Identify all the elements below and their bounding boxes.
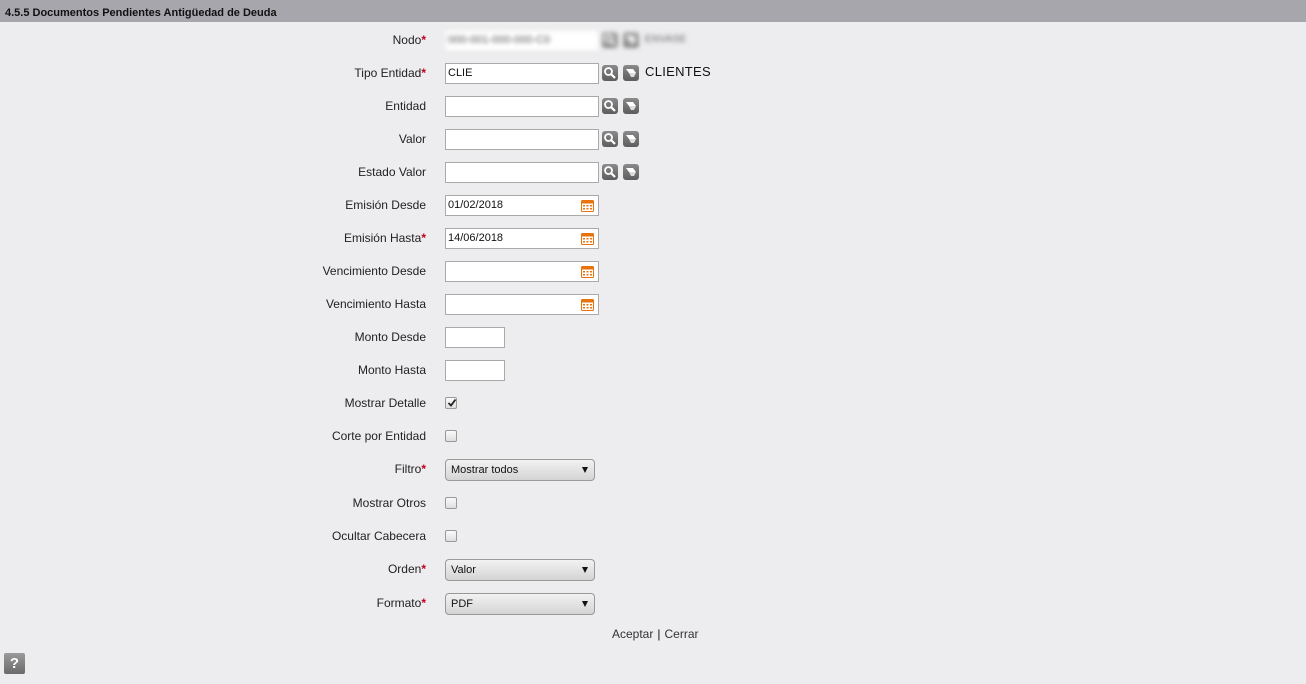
row-emision-hasta: Emisión Hasta* 14/06/2018 (0, 228, 1306, 250)
label-orden: Orden (387, 562, 422, 576)
label-valor: Valor (398, 132, 426, 146)
emision-hasta-input[interactable]: 14/06/2018 (445, 228, 599, 249)
row-emision-desde: Emisión Desde 01/02/2018 (0, 195, 1306, 217)
required-mark: * (421, 596, 426, 610)
accept-link[interactable]: Aceptar (612, 627, 653, 641)
entidad-input[interactable] (445, 96, 599, 117)
orden-select[interactable]: Valor (445, 559, 595, 581)
ocultar-cabecera-checkbox[interactable] (445, 530, 457, 542)
label-monto-desde: Monto Desde (354, 330, 426, 344)
label-nodo: Nodo (392, 33, 422, 47)
calendar-icon[interactable] (581, 298, 594, 311)
required-mark: * (421, 462, 426, 476)
label-estado-valor: Estado Valor (358, 165, 426, 179)
eraser-icon[interactable] (623, 98, 639, 114)
corte-por-entidad-checkbox[interactable] (445, 430, 457, 442)
row-monto-hasta: Monto Hasta (0, 360, 1306, 382)
row-mostrar-detalle: Mostrar Detalle (0, 393, 1306, 415)
tipo-entidad-name: CLIENTES (645, 64, 711, 79)
vencimiento-desde-input[interactable] (445, 261, 599, 282)
eraser-icon[interactable] (623, 32, 639, 48)
label-emision-hasta: Emisión Hasta (343, 231, 422, 245)
emision-desde-value: 01/02/2018 (448, 199, 504, 211)
row-corte-por-entidad: Corte por Entidad (0, 426, 1306, 448)
checkmark-icon (447, 398, 457, 407)
close-link[interactable]: Cerrar (664, 627, 698, 641)
required-mark: * (421, 33, 426, 47)
row-tipo-entidad: Tipo Entidad* CLIE CLIENTES (0, 63, 1306, 85)
label-emision-desde: Emisión Desde (345, 198, 426, 212)
page-title: 4.5.5 Documentos Pendientes Antigüedad d… (0, 0, 1306, 22)
required-mark: * (421, 66, 426, 80)
dropdown-arrow-icon (582, 567, 588, 573)
label-tipo-entidad: Tipo Entidad (354, 66, 422, 80)
emision-desde-input[interactable]: 01/02/2018 (445, 195, 599, 216)
row-ocultar-cabecera: Ocultar Cabecera (0, 526, 1306, 548)
row-estado-valor: Estado Valor (0, 162, 1306, 184)
help-icon[interactable]: ? (4, 653, 25, 674)
search-icon[interactable] (602, 98, 618, 114)
monto-hasta-input[interactable] (445, 360, 505, 381)
required-mark: * (421, 231, 426, 245)
orden-selected-value: Valor (451, 564, 476, 576)
row-monto-desde: Monto Desde (0, 327, 1306, 349)
filtro-select[interactable]: Mostrar todos (445, 459, 595, 481)
label-vencimiento-hasta: Vencimiento Hasta (325, 297, 426, 311)
eraser-icon[interactable] (623, 131, 639, 147)
label-ocultar-cabecera: Ocultar Cabecera (331, 529, 426, 543)
tipo-entidad-input[interactable]: CLIE (445, 63, 599, 84)
search-icon[interactable] (602, 65, 618, 81)
label-mostrar-otros: Mostrar Otros (352, 496, 426, 510)
vencimiento-hasta-input[interactable] (445, 294, 599, 315)
formato-select[interactable]: PDF (445, 593, 595, 615)
formato-selected-value: PDF (451, 598, 473, 610)
help-label: ? (9, 655, 20, 672)
row-vencimiento-desde: Vencimiento Desde (0, 261, 1306, 283)
search-icon[interactable] (602, 32, 618, 48)
row-orden: Orden* Valor (0, 559, 1306, 581)
monto-desde-input[interactable] (445, 327, 505, 348)
dropdown-arrow-icon (582, 467, 588, 473)
label-monto-hasta: Monto Hasta (357, 363, 426, 377)
label-mostrar-detalle: Mostrar Detalle (344, 396, 426, 410)
emision-hasta-value: 14/06/2018 (448, 232, 504, 244)
calendar-icon[interactable] (581, 199, 594, 212)
eraser-icon[interactable] (623, 164, 639, 180)
row-entidad: Entidad (0, 96, 1306, 118)
row-valor: Valor (0, 129, 1306, 151)
search-icon[interactable] (602, 164, 618, 180)
eraser-icon[interactable] (623, 65, 639, 81)
row-filtro: Filtro* Mostrar todos (0, 459, 1306, 481)
label-entidad: Entidad (385, 99, 426, 113)
calendar-icon[interactable] (581, 232, 594, 245)
calendar-icon[interactable] (581, 265, 594, 278)
search-icon[interactable] (602, 131, 618, 147)
dropdown-arrow-icon (582, 601, 588, 607)
valor-input[interactable] (445, 129, 599, 150)
mostrar-detalle-checkbox[interactable] (445, 397, 457, 409)
label-vencimiento-desde: Vencimiento Desde (322, 264, 426, 278)
filtro-selected-value: Mostrar todos (451, 464, 519, 476)
label-corte-por-entidad: Corte por Entidad (331, 429, 426, 443)
estado-valor-input[interactable] (445, 162, 599, 183)
row-vencimiento-hasta: Vencimiento Hasta (0, 294, 1306, 316)
required-mark: * (421, 562, 426, 576)
row-formato: Formato* PDF (0, 593, 1306, 615)
nodo-entity-name: ENVASE (645, 34, 687, 45)
action-separator: | (657, 627, 661, 641)
label-filtro: Filtro (394, 462, 422, 476)
form-actions: Aceptar | Cerrar (612, 627, 699, 641)
label-formato: Formato (376, 596, 422, 610)
mostrar-otros-checkbox[interactable] (445, 497, 457, 509)
nodo-input[interactable]: 000-001-000-000-C0 (445, 30, 599, 51)
row-nodo: Nodo* 000-001-000-000-C0 ENVASE (0, 30, 1306, 52)
row-mostrar-otros: Mostrar Otros (0, 493, 1306, 515)
